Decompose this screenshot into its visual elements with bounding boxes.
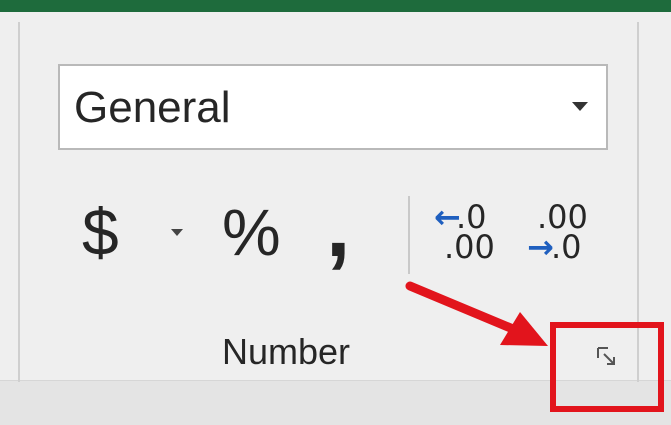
red-pointer-arrow <box>405 281 548 346</box>
